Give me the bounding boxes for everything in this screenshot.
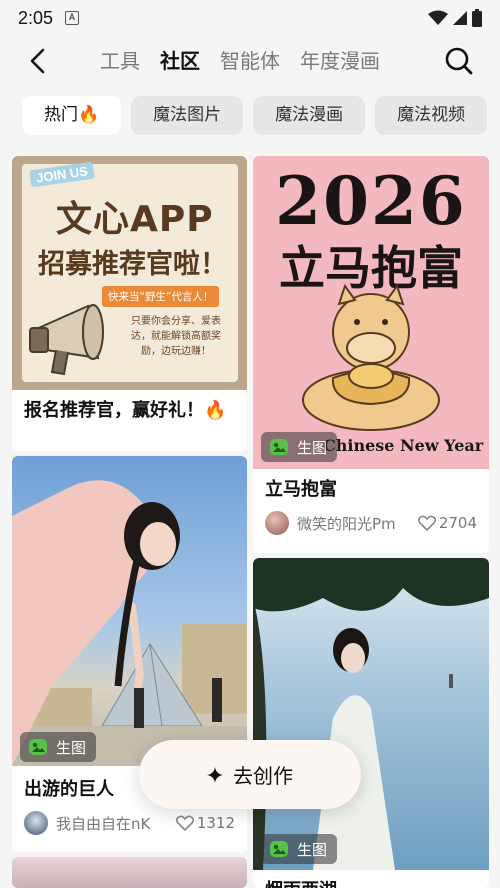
status-icons	[428, 9, 482, 27]
card-title: 立马抱富	[265, 479, 337, 500]
app-notification-icon: A	[65, 11, 80, 25]
top-nav: 工具 社区 智能体 年度漫画	[0, 38, 500, 88]
megaphone-illustration	[29, 304, 104, 376]
tab-community[interactable]: 社区	[160, 46, 200, 80]
avatar[interactable]	[265, 511, 289, 535]
card-title: 烟雨西湖	[253, 870, 489, 888]
signal-icon	[453, 11, 467, 25]
chip-hot[interactable]: 热门🔥	[22, 96, 122, 135]
wifi-icon	[428, 10, 448, 25]
status-bar: 2:05 A	[0, 0, 500, 36]
card-image: 2026 立马抱富 Chinese New Year 生图	[253, 156, 489, 469]
like-count: 2704	[438, 514, 477, 532]
heart-icon	[175, 815, 194, 831]
generated-image-badge: 生图	[261, 834, 338, 864]
poster-subheadline: 招募推荐官啦！	[38, 249, 227, 280]
card-image: 生图	[12, 456, 247, 766]
poster-subtitle: Chinese New Year	[323, 436, 484, 455]
back-arrow-icon[interactable]	[24, 46, 54, 76]
card-meta: 我自由自在nK 1312	[12, 811, 247, 835]
feed-card-partial[interactable]	[12, 857, 247, 888]
poster-headline: 文心APP	[56, 199, 214, 240]
feed-card-recruit[interactable]: JOIN US 文心APP 招募推荐官啦！ 快来当“野生”代言人！ 只要你会分享…	[12, 156, 247, 451]
horse-illustration	[302, 283, 440, 431]
author-name[interactable]: 微笑的阳光Pm	[297, 513, 396, 534]
avatar[interactable]	[24, 811, 48, 835]
poster-body: 只要你会分享、爱表达，就能解锁高额奖励，边玩边赚！	[131, 316, 221, 357]
poster-year: 2026	[275, 162, 467, 240]
like-button[interactable]: 1312	[175, 814, 235, 832]
battery-icon	[472, 9, 482, 27]
feed-card-lake[interactable]: 生图 烟雨西湖	[253, 558, 489, 888]
card-meta: 微笑的阳光Pm 2704	[253, 511, 489, 535]
like-count: 1312	[196, 814, 235, 832]
create-button-label: 去创作	[233, 764, 293, 788]
generate-image-icon	[270, 439, 288, 455]
chip-magic-comic[interactable]: 魔法漫画	[253, 96, 366, 135]
card-title: 报名推荐官，赢好礼！🔥	[24, 400, 227, 421]
tab-agents[interactable]: 智能体	[220, 46, 280, 80]
tab-annual-comic[interactable]: 年度漫画	[300, 46, 380, 80]
generate-image-icon	[29, 739, 47, 755]
card-image: JOIN US 文心APP 招募推荐官啦！ 快来当“野生”代言人！ 只要你会分享…	[12, 156, 247, 390]
status-time: 2:05	[18, 7, 54, 28]
create-button[interactable]: 去创作	[139, 740, 361, 809]
chip-magic-image[interactable]: 魔法图片	[131, 96, 244, 135]
sparkle-icon	[207, 766, 223, 783]
generate-image-icon	[270, 841, 288, 857]
heart-icon	[417, 515, 436, 531]
author-name[interactable]: 我自由自在nK	[56, 813, 150, 834]
photo-illustration	[253, 558, 489, 870]
generated-image-badge: 生图	[261, 432, 338, 462]
card-image	[12, 857, 247, 888]
tab-tools[interactable]: 工具	[100, 46, 140, 80]
generated-image-badge: 生图	[20, 732, 97, 762]
tab-bar: 工具 社区 智能体 年度漫画	[100, 46, 430, 80]
chip-magic-video[interactable]: 魔法视频	[375, 96, 488, 135]
category-chips: 热门🔥 魔法图片 魔法漫画 魔法视频	[22, 96, 488, 136]
badge-label: 生图	[56, 738, 87, 757]
badge-label: 生图	[297, 840, 328, 859]
search-icon[interactable]	[444, 46, 474, 76]
photo-illustration	[12, 480, 247, 766]
feed-card-horse[interactable]: 2026 立马抱富 Chinese New Year 生图 立马抱富 微笑的阳光…	[253, 156, 489, 553]
badge-label: 生图	[297, 438, 328, 457]
card-image: 生图	[253, 558, 489, 870]
like-button[interactable]: 2704	[417, 514, 477, 532]
